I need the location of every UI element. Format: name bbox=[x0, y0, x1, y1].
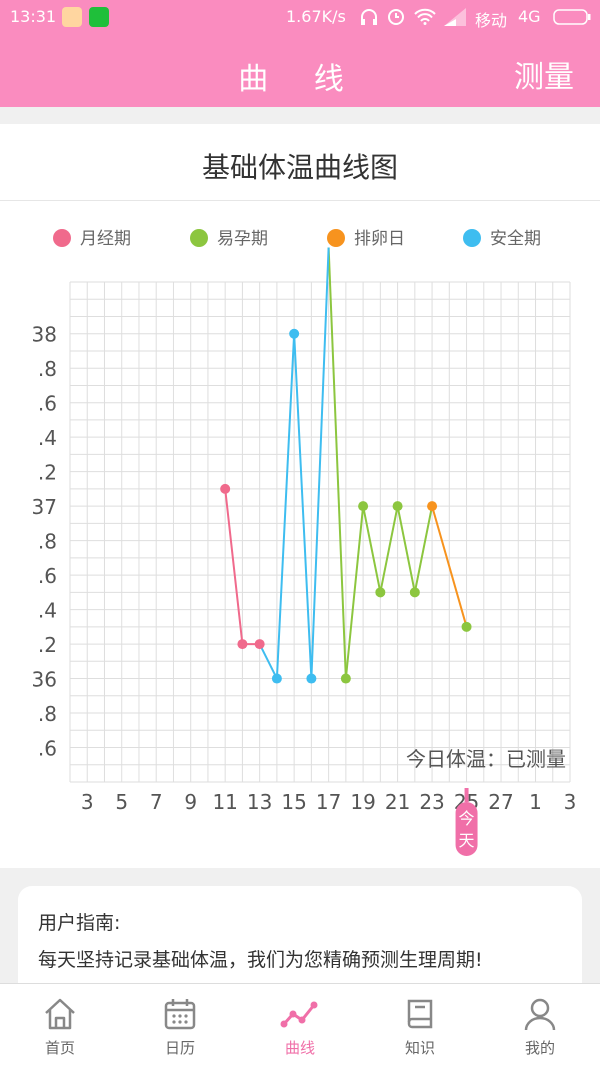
data-point bbox=[340, 673, 351, 684]
tab-label: 日历 bbox=[164, 1039, 195, 1057]
x-tick-label: 9 bbox=[184, 790, 197, 814]
y-tick-label: .8 bbox=[38, 357, 57, 381]
profile-icon bbox=[524, 998, 556, 1031]
y-tick-label: .6 bbox=[38, 392, 57, 416]
wifi-icon bbox=[414, 8, 436, 25]
tab-calendar[interactable]: 日历 bbox=[120, 984, 240, 1068]
data-point bbox=[461, 621, 472, 632]
tab-label: 知识 bbox=[404, 1039, 435, 1057]
y-tick-label: 37 bbox=[32, 495, 57, 519]
x-tick-label: 23 bbox=[419, 790, 444, 814]
data-point bbox=[254, 639, 265, 650]
iqiyi-icon bbox=[89, 7, 109, 27]
x-tick-label: 3 bbox=[564, 790, 577, 814]
temperature-chart[interactable]: 38.8.6.4.237.8.6.4.236.8.63 5 7 9 11 13 15 17 19… bbox=[0, 124, 600, 868]
status-speed: 1.67K/s bbox=[286, 7, 346, 26]
avatar-icon bbox=[62, 7, 82, 27]
data-point bbox=[392, 501, 403, 512]
x-tick-label: 19 bbox=[350, 790, 375, 814]
data-point bbox=[358, 501, 369, 512]
y-tick-label: .6 bbox=[38, 737, 57, 761]
app-bar: 曲 线 测量 bbox=[0, 34, 600, 107]
x-tick-label: 17 bbox=[316, 790, 341, 814]
battery-icon bbox=[553, 9, 591, 25]
alarm-icon bbox=[388, 9, 404, 25]
x-tick-label: 7 bbox=[150, 790, 163, 814]
y-tick-label: .2 bbox=[38, 461, 57, 485]
x-tick-label: 5 bbox=[115, 790, 128, 814]
x-tick-label: 27 bbox=[488, 790, 513, 814]
tab-knowledge[interactable]: 知识 bbox=[360, 984, 480, 1068]
calendar-icon bbox=[164, 999, 196, 1030]
data-point bbox=[289, 328, 300, 339]
tab-home[interactable]: 首页 bbox=[0, 984, 120, 1068]
today-marker-label: 天 bbox=[459, 831, 475, 850]
status-bar: 13:31 1.67K/s 移动 4G bbox=[0, 0, 600, 34]
x-tick-label: 13 bbox=[247, 790, 272, 814]
data-point bbox=[409, 587, 420, 598]
today-marker-label: 今 bbox=[459, 809, 475, 828]
data-point bbox=[375, 587, 386, 598]
status-carrier: 移动 bbox=[475, 11, 508, 30]
status-time: 13:31 bbox=[10, 7, 57, 26]
signal-icon bbox=[444, 8, 466, 26]
y-tick-label: .4 bbox=[38, 426, 57, 450]
x-tick-label: 11 bbox=[212, 790, 237, 814]
data-point bbox=[220, 483, 231, 494]
x-tick-label: 21 bbox=[385, 790, 410, 814]
x-tick-label: 3 bbox=[81, 790, 94, 814]
tab-profile[interactable]: 我的 bbox=[480, 984, 600, 1068]
tab-label: 曲线 bbox=[284, 1039, 315, 1057]
data-point bbox=[271, 673, 282, 684]
guide-title: 用户指南: bbox=[38, 912, 121, 934]
y-tick-label: 36 bbox=[32, 668, 57, 692]
chart-card: 基础体温曲线图 月经期 易孕期 排卵日 安全期 38.8.6.4.2 37.8.6… bbox=[0, 124, 600, 868]
guide-text: 每天坚持记录基础体温，我们为您精确预测生理周期! bbox=[38, 949, 483, 971]
tab-curve[interactable]: 曲线 bbox=[240, 984, 360, 1068]
series-line bbox=[275, 247, 330, 679]
headphones-icon bbox=[361, 9, 377, 25]
data-point bbox=[237, 639, 248, 650]
series-connector bbox=[327, 247, 347, 679]
y-tick-label: .4 bbox=[38, 599, 57, 623]
y-tick-label: .6 bbox=[38, 564, 57, 588]
status-network: 4G bbox=[518, 7, 541, 26]
y-tick-label: .8 bbox=[38, 530, 57, 554]
home-icon bbox=[45, 998, 75, 1030]
data-point bbox=[427, 501, 438, 512]
today-temp-label: 今日体温：已测量 bbox=[406, 747, 566, 771]
chart-grid bbox=[69, 281, 571, 783]
tab-bar: 首页 日历 曲线 知识 我的 bbox=[0, 983, 600, 1068]
x-tick-label: 1 bbox=[529, 790, 542, 814]
tab-label: 我的 bbox=[524, 1039, 555, 1057]
tab-label: 首页 bbox=[44, 1039, 75, 1057]
y-tick-label: .8 bbox=[38, 702, 57, 726]
book-icon bbox=[407, 999, 433, 1029]
curve-icon bbox=[280, 1001, 318, 1028]
measure-button[interactable]: 测量 bbox=[514, 52, 574, 96]
x-tick-label: 15 bbox=[281, 790, 306, 814]
y-tick-label: 38 bbox=[32, 323, 57, 347]
page-title: 曲 线 bbox=[238, 62, 362, 97]
data-point bbox=[306, 673, 317, 684]
y-tick-label: .2 bbox=[38, 633, 57, 657]
series-connector bbox=[413, 505, 434, 593]
